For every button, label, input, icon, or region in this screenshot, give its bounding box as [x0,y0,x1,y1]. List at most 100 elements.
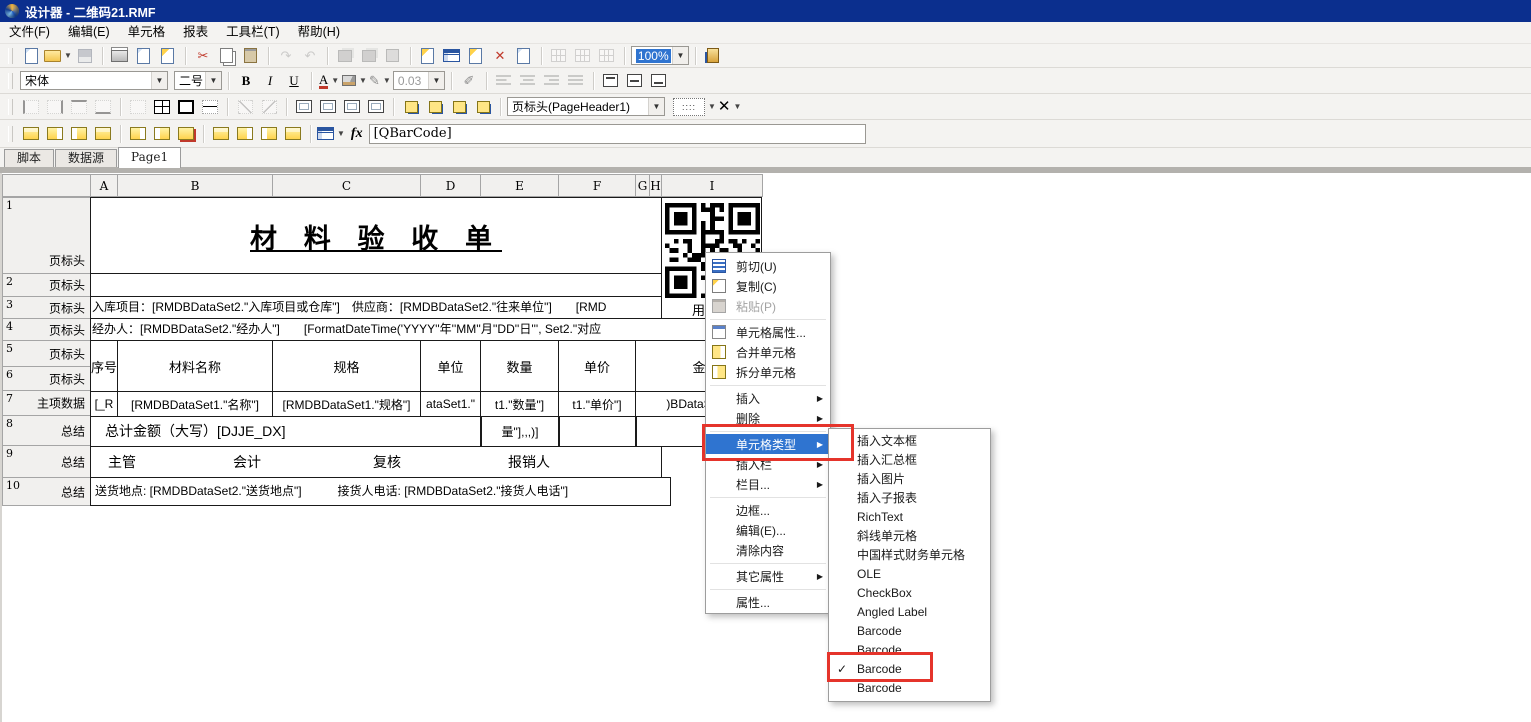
line-width-caret-icon[interactable]: ▼ [428,72,444,89]
delivery-cell[interactable]: 送货地点: [RMDBDataSet2."送货地点"] 接货人电话: [RMDB… [90,477,671,506]
toolbar-grip[interactable] [8,73,13,89]
row-header-7[interactable]: 7 主项数据 [2,390,91,416]
insert-row-button[interactable] [20,124,42,144]
highlight-cell-button[interactable] [175,124,197,144]
menu-edit[interactable]: 编辑(E) [59,22,119,43]
ctx-cut[interactable]: 剪切(U) [706,256,830,276]
undo-button[interactable]: ↶ [299,46,321,66]
ctx-other-properties[interactable]: 其它属性▶ [706,566,830,586]
insert-cell-left-button[interactable] [400,97,422,117]
insert-cell-down-button[interactable] [472,97,494,117]
column-width-button[interactable] [341,97,363,117]
italic-button[interactable]: I [259,71,281,91]
valign-top-button[interactable] [600,71,622,91]
ctx-edit[interactable]: 编辑(E)... [706,520,830,540]
font-color-button[interactable]: A▼ [318,71,340,91]
grid-corner[interactable] [2,174,91,197]
toolbar-grip[interactable] [8,99,13,115]
detail-cell-material[interactable]: [RMDBDataSet1."名称"] [117,391,273,417]
bring-forward-button[interactable] [334,46,356,66]
border-all-button[interactable] [151,97,173,117]
report-row3-cell[interactable]: 入库项目：[RMDBDataSet2."入库项目或仓库"] 供应商：[RMDBD… [92,296,661,318]
band-table-3-button[interactable] [258,124,280,144]
detail-cell-unit[interactable]: ataSet1." [420,391,481,417]
border-bottom-button[interactable] [92,97,114,117]
split-row-button[interactable] [127,124,149,144]
row-header-6[interactable]: 6 页标头 [2,366,91,391]
bold-button[interactable]: B [235,71,257,91]
column-header-g[interactable]: G [635,174,650,197]
copy-button[interactable] [216,46,238,66]
line-color-button[interactable]: ✎▼ [369,71,391,91]
band-table-4-button[interactable] [282,124,304,144]
border-none-button[interactable] [127,97,149,117]
menu-toolbars[interactable]: 工具栏(T) [217,22,288,43]
open-file-button[interactable]: ▼ [44,46,72,66]
subitem-barcode-1[interactable]: Barcode [829,621,990,640]
row-header-2[interactable]: 2 页标头 [2,273,91,297]
show-grid-button[interactable] [548,46,570,66]
delete-row-button[interactable] [44,124,66,144]
row-header-1[interactable]: 1 页标头 [2,197,91,274]
row-header-10[interactable]: 10 总结 [2,477,91,506]
detail-cell-qty[interactable]: t1."数量"] [480,391,559,417]
valign-middle-button[interactable] [624,71,646,91]
ctx-paste[interactable]: 粘贴(P) [706,296,830,316]
band-selector-caret-icon[interactable]: ▼ [648,98,664,115]
send-backward-button[interactable] [358,46,380,66]
tab-script[interactable]: 脚本 [4,149,54,168]
row-header-3[interactable]: 3 页标头 [2,296,91,319]
menu-file[interactable]: 文件(F) [0,22,59,43]
band-selector[interactable]: 页标头(PageHeader1) ▼ [507,97,665,116]
insert-cell-up-button[interactable] [448,97,470,117]
band-table-2-button[interactable] [234,124,256,144]
table-header-seq[interactable]: 序号 [90,340,118,392]
signers-cell[interactable]: 主管 会计 复核 报销人 [90,446,662,478]
summary-frag-cell[interactable]: 量"],,,)] [480,416,560,447]
delete-page-button[interactable]: ✕ [489,46,511,66]
font-family-select[interactable]: 宋体 ▼ [20,71,168,90]
border-right-button[interactable] [44,97,66,117]
subitem-china-finance-cell[interactable]: 中国样式财务单元格 [829,545,990,564]
fit-width-button[interactable] [293,97,315,117]
line-style-button[interactable]: ::::▼ [673,97,716,117]
dataset-field-button[interactable]: ▼ [317,124,345,144]
border-top-button[interactable] [68,97,90,117]
ctx-properties[interactable]: 属性... [706,592,830,612]
table-header-material[interactable]: 材料名称 [117,340,273,392]
valign-bottom-button[interactable] [648,71,670,91]
border-inside-button[interactable] [199,97,221,117]
report-row4-cell[interactable]: 经办人：[RMDBDataSet2."经办人"] [FormatDateTime… [92,318,764,340]
align-center-button[interactable] [517,71,539,91]
column-header-i[interactable]: I [661,174,763,197]
snap-grid-button[interactable] [572,46,594,66]
print-preview-button[interactable] [133,46,155,66]
page-setup-button[interactable] [157,46,179,66]
font-size-caret-icon[interactable]: ▼ [205,72,221,89]
redo-button[interactable]: ↷ [275,46,297,66]
ctx-borders[interactable]: 边框... [706,500,830,520]
row-header-5[interactable]: 5 页标头 [2,340,91,367]
subitem-insert-subreport[interactable]: 插入子报表 [829,488,990,507]
select-region-button[interactable] [382,46,404,66]
column-header-b[interactable]: B [117,174,273,197]
subitem-insert-image[interactable]: 插入图片 [829,469,990,488]
line-width-select[interactable]: 0.03 ▼ [393,71,445,90]
font-family-caret-icon[interactable]: ▼ [151,72,167,89]
band-table-1-button[interactable] [210,124,232,144]
ctx-copy[interactable]: 复制(C) [706,276,830,296]
merge-row-button[interactable] [151,124,173,144]
exit-designer-button[interactable] [702,46,724,66]
new-document-button[interactable] [20,46,42,66]
row-header-8[interactable]: 8 总结 [2,415,91,446]
delete-band-button[interactable]: ✕▼ [718,97,742,117]
diagonal-down-button[interactable] [234,97,256,117]
zoom-select[interactable]: 100% ▼ [631,46,689,65]
blank-page-button[interactable] [513,46,535,66]
insert-column-button[interactable] [68,124,90,144]
insert-report-button[interactable] [417,46,439,66]
menu-help[interactable]: 帮助(H) [289,22,349,43]
format-brush-button[interactable]: ✐ [458,71,480,91]
subitem-richtext[interactable]: RichText [829,507,990,526]
menu-report[interactable]: 报表 [174,22,217,43]
